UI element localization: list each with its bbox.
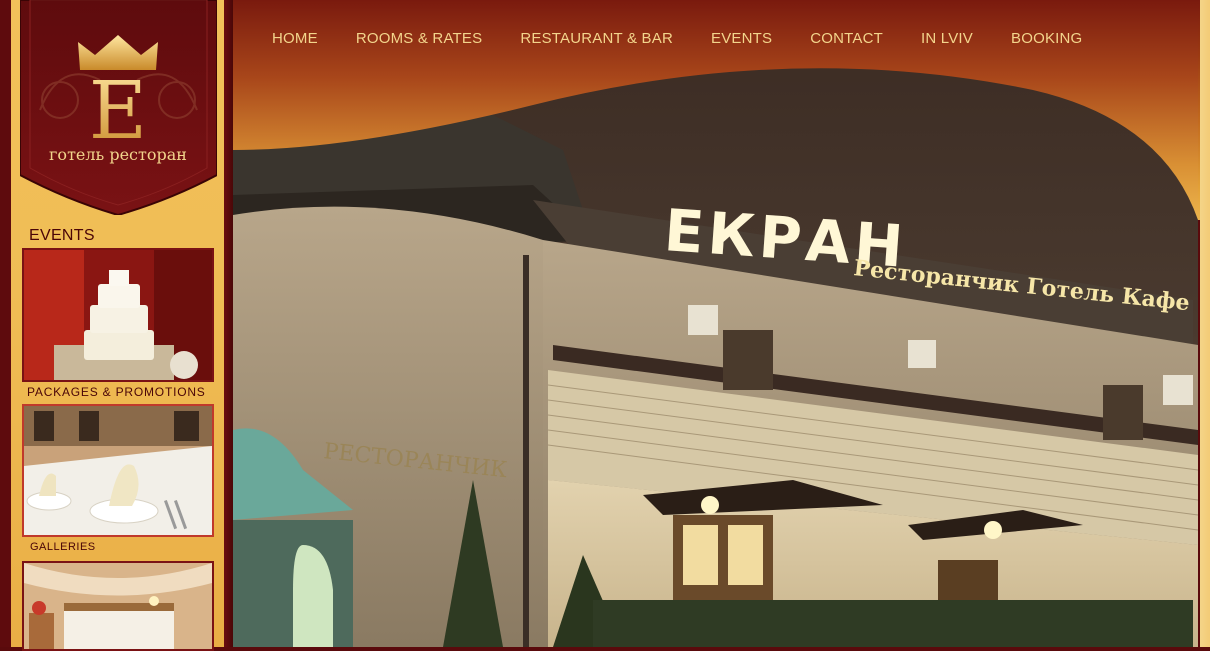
nav-restaurant-bar[interactable]: RESTAURANT & BAR [520, 30, 673, 47]
nav-rooms-rates[interactable]: ROOMS & RATES [356, 30, 483, 47]
sidebar-promotions-label[interactable]: PACKAGES & PROMOTIONS [27, 385, 240, 399]
galleries-thumbnail[interactable] [22, 561, 214, 651]
left-border-strip [0, 0, 11, 647]
nav-in-lviv[interactable]: IN LVIV [921, 30, 973, 47]
sidebar-galleries-label[interactable]: GALLERIES [30, 541, 243, 553]
main-nav: HOME ROOMS & RATES RESTAURANT & BAR EVEN… [272, 28, 1082, 48]
logo-letter: E [89, 64, 147, 157]
sidebar-events-label[interactable]: EVENTS [29, 227, 242, 245]
logo-subtitle: готель ресторан [49, 145, 187, 164]
banquet-table-photo [24, 406, 212, 535]
promotions-thumbnail[interactable] [22, 404, 214, 537]
logo-shield: E готель ресторан [20, 0, 217, 215]
hotel-room-photo [24, 563, 212, 649]
hotel-facade-photo: ЕКРАН Ресторанчик Готель Кафе РЕСТОРАНЧИ… [233, 0, 1198, 647]
nav-booking[interactable]: BOOKING [1011, 30, 1082, 47]
nav-events[interactable]: EVENTS [711, 30, 772, 47]
hero-photo: ЕКРАН Ресторанчик Готель Кафе РЕСТОРАНЧИ… [233, 0, 1198, 647]
nav-home[interactable]: HOME [272, 30, 318, 47]
events-thumbnail[interactable] [22, 248, 214, 382]
right-border [1200, 0, 1210, 647]
wedding-cake-photo [24, 250, 212, 380]
hotel-logo[interactable]: E готель ресторан [20, 0, 217, 215]
nav-contact[interactable]: CONTACT [810, 30, 883, 47]
